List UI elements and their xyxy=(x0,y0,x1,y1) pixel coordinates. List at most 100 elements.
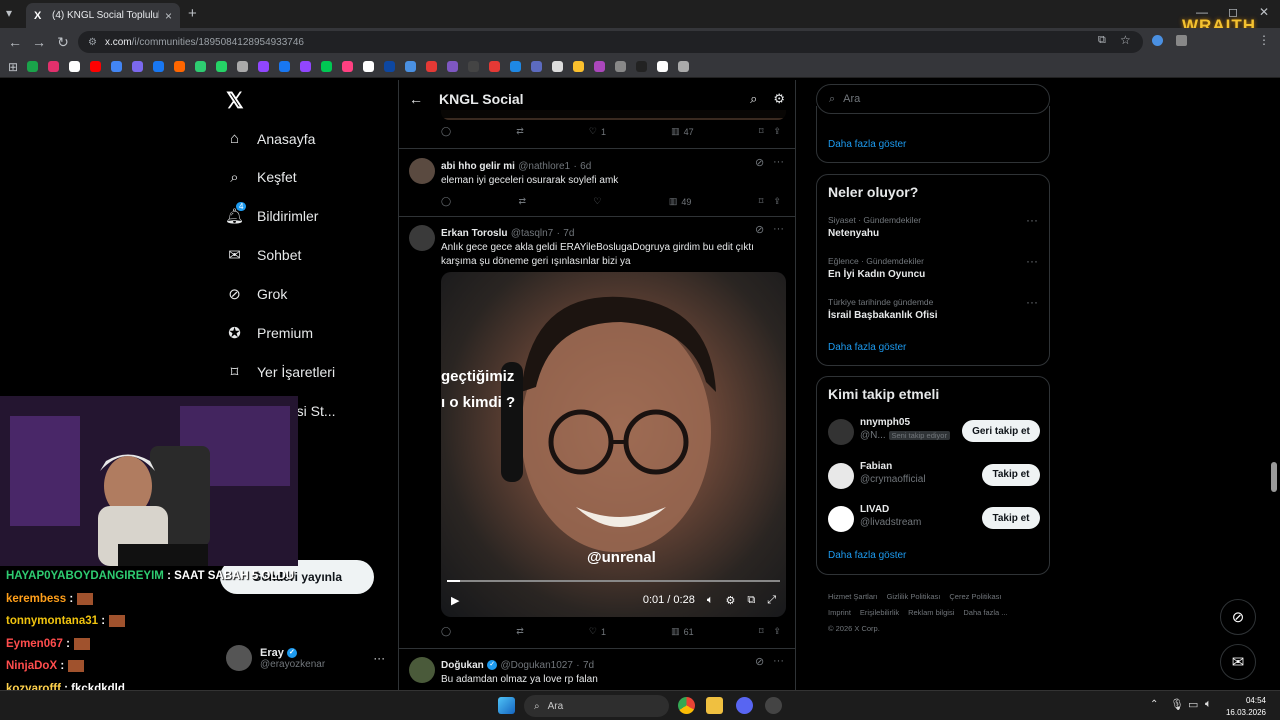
network-icon[interactable]: ▭ xyxy=(1188,698,1198,711)
show-more-link[interactable]: Daha fazla göster xyxy=(828,550,906,561)
fullscreen-icon[interactable]: ⤢ xyxy=(767,594,776,607)
post-handle[interactable]: @Dogukan1027 xyxy=(500,660,572,671)
bookmark-favicon-icon[interactable] xyxy=(636,61,648,72)
like-button[interactable]: ♡ 1 xyxy=(589,626,606,637)
views-button[interactable]: ▥ 61 xyxy=(671,626,694,637)
post-time[interactable]: 7d xyxy=(563,228,574,239)
bookmark-favicon-icon[interactable] xyxy=(195,61,207,72)
follow-button[interactable]: Takip et xyxy=(982,507,1040,529)
bookmark-favicon-icon[interactable] xyxy=(384,61,396,72)
follow-suggestion[interactable]: Fabian @crymaofficial Takip et xyxy=(828,461,1040,491)
bookmark-favicon-icon[interactable] xyxy=(678,61,690,72)
follow-suggestion[interactable]: LIVAD @livadstream Takip et xyxy=(828,504,1040,534)
chrome-icon[interactable] xyxy=(678,697,695,714)
play-icon[interactable]: ▶ xyxy=(451,594,459,607)
footer-link[interactable]: Reklam bilgisi xyxy=(908,608,954,617)
post-handle[interactable]: @nathlore1 xyxy=(518,161,570,172)
nav-item[interactable]: 🔔︎ Bildirimler 4 xyxy=(225,201,318,225)
file-explorer-icon[interactable] xyxy=(706,697,723,714)
footer-link[interactable]: Hizmet Şartları xyxy=(828,592,878,601)
repost-icon[interactable]: ⇄ xyxy=(516,626,524,637)
search-icon[interactable]: ⌕ xyxy=(750,91,757,107)
bookmark-favicon-icon[interactable] xyxy=(510,61,522,72)
bookmark-favicon-icon[interactable] xyxy=(132,61,144,72)
bookmark-favicon-icon[interactable] xyxy=(552,61,564,72)
browser-tab[interactable]: X (4) KNGL Social Topluluk / X × xyxy=(26,3,180,28)
video-player[interactable]: geçtiğimiz ı o kimdi ? @unrenal ▶ 0:01 /… xyxy=(441,272,786,617)
reload-icon[interactable]: ↻ xyxy=(51,34,75,51)
show-more-link[interactable]: Daha fazla göster xyxy=(828,342,906,353)
views-button[interactable]: ▥ 49 xyxy=(669,196,692,207)
reply-icon[interactable]: ◯ xyxy=(441,126,451,137)
back-arrow-icon[interactable]: ← xyxy=(409,91,423,107)
like-button[interactable]: ♡ 1 xyxy=(589,126,606,137)
back-icon[interactable]: ← xyxy=(3,34,27,50)
start-windows-icon[interactable] xyxy=(498,697,515,714)
app-icon[interactable] xyxy=(765,697,782,714)
nav-item[interactable]: ⌕ Keşfet xyxy=(226,169,296,186)
extension-icon[interactable] xyxy=(1152,35,1163,46)
post-time[interactable]: 6d xyxy=(580,161,591,172)
bookmark-favicon-icon[interactable] xyxy=(615,61,627,72)
clock[interactable]: 04:54 16.03.2026 xyxy=(1226,695,1266,719)
bookmark-favicon-icon[interactable] xyxy=(279,61,291,72)
volume-icon[interactable]: 🔈︎ xyxy=(1205,698,1212,711)
nav-item[interactable]: ⊘ Grok xyxy=(226,286,287,303)
bookmark-favicon-icon[interactable] xyxy=(321,61,333,72)
more-icon[interactable]: ··· xyxy=(773,156,784,168)
bookmark-favicon-icon[interactable] xyxy=(594,61,606,72)
site-info-icon[interactable]: ⚙ xyxy=(88,37,97,48)
bookmark-icon[interactable]: ⌑ ⇪ xyxy=(759,196,781,207)
more-icon[interactable]: ··· xyxy=(773,655,784,667)
post-author[interactable]: Doğukan xyxy=(441,660,484,671)
video-progress-bar[interactable] xyxy=(447,580,780,582)
nav-item[interactable]: ⌂ Anasayfa xyxy=(226,130,315,147)
follow-button[interactable]: Geri takip et xyxy=(962,420,1040,442)
bookmark-favicon-icon[interactable] xyxy=(111,61,123,72)
grok-float-icon[interactable]: ⊘ xyxy=(1220,599,1256,635)
footer-link[interactable]: Gizlilik Politikası xyxy=(887,592,941,601)
new-tab-icon[interactable]: + xyxy=(188,5,197,22)
more-icon[interactable]: ··· xyxy=(1026,213,1038,227)
bookmark-favicon-icon[interactable] xyxy=(489,61,501,72)
trend-item[interactable]: Siyaset · Gündemdekiler Netenyahu ··· xyxy=(828,213,1038,239)
bookmark-favicon-icon[interactable] xyxy=(69,61,81,72)
maximize-icon[interactable]: ◻ xyxy=(1228,5,1238,19)
bookmark-favicon-icon[interactable] xyxy=(27,61,39,72)
post-handle[interactable]: @tasqln7 xyxy=(511,228,553,239)
picture-in-picture-icon[interactable]: ⧉ xyxy=(747,594,755,607)
url-field[interactable]: ⚙ x.com/i/communities/189508412895493374… xyxy=(78,31,1143,53)
bookmark-favicon-icon[interactable] xyxy=(342,61,354,72)
discord-icon[interactable] xyxy=(736,697,753,714)
like-icon[interactable]: ♡ xyxy=(593,196,601,207)
bookmark-favicon-icon[interactable] xyxy=(657,61,669,72)
account-switcher[interactable]: Eray ✓ @erayozkenar ··· xyxy=(226,645,385,671)
nav-item[interactable]: ✪ Premium xyxy=(226,325,313,342)
post-author[interactable]: abi hho gelir mi xyxy=(441,161,515,172)
bookmark-favicon-icon[interactable] xyxy=(363,61,375,72)
tab-search-icon[interactable]: ▾ xyxy=(6,6,12,20)
microphone-icon[interactable]: 🎙︎ xyxy=(1170,698,1184,711)
bookmark-favicon-icon[interactable] xyxy=(447,61,459,72)
trend-item[interactable]: Türkiye tarihinde gündemde İsrail Başbaka… xyxy=(828,295,1038,321)
show-more-link[interactable]: Daha fazla göster xyxy=(828,139,906,150)
repost-icon[interactable]: ⇄ xyxy=(516,126,524,137)
messages-float-icon[interactable]: ✉ xyxy=(1220,644,1256,680)
bookmark-favicon-icon[interactable] xyxy=(90,61,102,72)
forward-icon[interactable]: → xyxy=(27,34,51,50)
close-window-icon[interactable]: ✕ xyxy=(1259,5,1269,19)
bookmark-favicon-icon[interactable] xyxy=(468,61,480,72)
footer-link[interactable]: Daha fazla ... xyxy=(963,608,1007,617)
install-app-icon[interactable]: ⧉ xyxy=(1098,34,1106,47)
grok-icon[interactable]: ⊘ xyxy=(755,655,764,668)
follow-button[interactable]: Takip et xyxy=(982,463,1040,486)
settings-gear-icon[interactable]: ⚙ xyxy=(725,594,735,607)
settings-gear-icon[interactable]: ⚙ xyxy=(773,91,785,107)
bookmark-favicon-icon[interactable] xyxy=(237,61,249,72)
post-time[interactable]: 7d xyxy=(583,660,594,671)
close-tab-icon[interactable]: × xyxy=(165,9,172,23)
bookmark-favicon-icon[interactable] xyxy=(258,61,270,72)
scrollbar[interactable] xyxy=(1271,462,1277,492)
repost-icon[interactable]: ⇄ xyxy=(518,196,526,207)
trend-item[interactable]: Eğlence · Gündemdekiler En İyi Kadın Oyun… xyxy=(828,254,1038,280)
